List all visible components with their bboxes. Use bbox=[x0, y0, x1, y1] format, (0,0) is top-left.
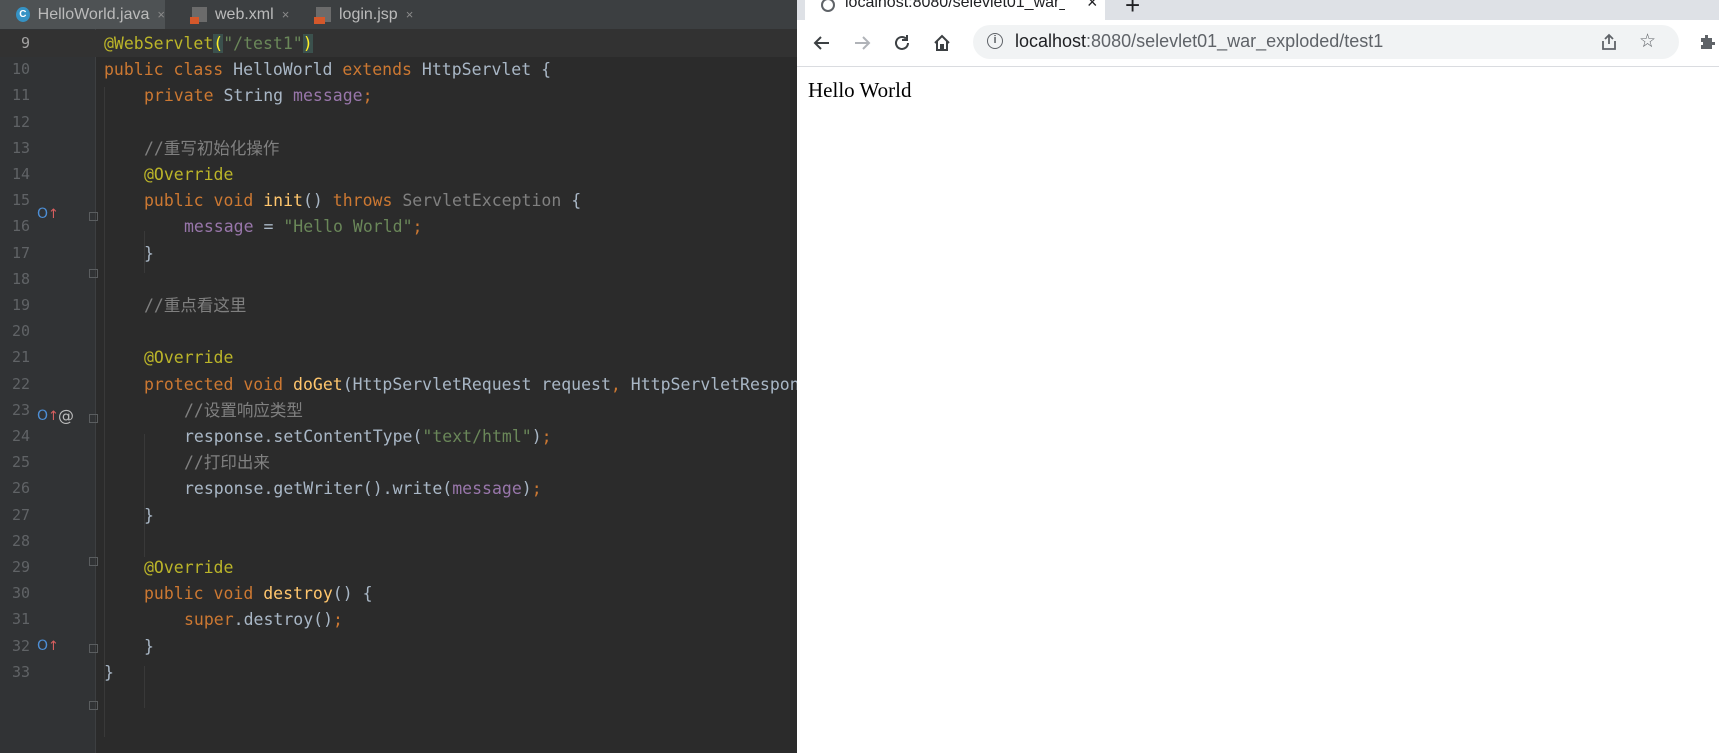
browser-tab-strip: localhost:8080/selevlet01_war_ × + bbox=[797, 0, 1719, 20]
tab-label: HelloWorld.java bbox=[37, 5, 150, 23]
code-line: @Override bbox=[144, 348, 234, 368]
line-number: 30 bbox=[11, 584, 30, 603]
close-tab-icon[interactable]: × bbox=[1087, 0, 1098, 13]
code-line: response.setContentType("text/html"); bbox=[184, 427, 552, 446]
line-number: 18 bbox=[11, 269, 30, 288]
override-method-icon[interactable]: O↑ bbox=[37, 206, 59, 222]
fold-marker-icon[interactable] bbox=[89, 212, 98, 221]
back-arrow-icon bbox=[813, 36, 829, 50]
line-number: 31 bbox=[11, 610, 30, 629]
line-number: 17 bbox=[11, 243, 30, 262]
home-button[interactable] bbox=[927, 28, 957, 58]
web-mapping-icon[interactable]: @ bbox=[58, 406, 74, 425]
line-number: 28 bbox=[11, 531, 30, 550]
line-number: 15 bbox=[11, 191, 30, 210]
line-number: 14 bbox=[11, 165, 30, 183]
back-button[interactable] bbox=[807, 28, 837, 58]
line-number: 11 bbox=[11, 86, 30, 105]
override-method-icon[interactable]: O↑ bbox=[37, 638, 59, 654]
line-number: 10 bbox=[11, 60, 30, 79]
xml-file-icon bbox=[190, 7, 207, 24]
page-content: Hello World bbox=[808, 78, 912, 102]
code-comment: //重点看这里 bbox=[144, 296, 247, 315]
tab-login-jsp[interactable]: login.jsp × bbox=[300, 0, 413, 29]
code-line: public void destroy() { bbox=[144, 584, 373, 604]
fold-marker-icon[interactable] bbox=[89, 557, 98, 566]
line-number: 9 bbox=[20, 34, 30, 52]
editor-tab-bar: C HelloWorld.java × web.xml × login.jsp … bbox=[0, 0, 797, 30]
line-number: 32 bbox=[11, 636, 30, 655]
code-line: message = "Hello World"; bbox=[184, 217, 423, 237]
line-number: 26 bbox=[11, 479, 30, 498]
browser-toolbar: i localhost:8080/selevlet01_war_exploded… bbox=[797, 20, 1719, 67]
code-line: protected void doGet(HttpServletRequest … bbox=[144, 374, 797, 394]
home-icon bbox=[934, 34, 950, 51]
code-line: response.getWriter().write(message); bbox=[184, 479, 542, 499]
code-line: @Override bbox=[144, 558, 234, 577]
line-number: 19 bbox=[11, 296, 30, 314]
line-number: 29 bbox=[11, 558, 30, 576]
share-icon[interactable] bbox=[1599, 32, 1619, 57]
code-editor-pane[interactable]: C HelloWorld.java × web.xml × login.jsp … bbox=[0, 0, 797, 753]
extensions-icon[interactable] bbox=[1697, 32, 1717, 57]
fold-marker-icon[interactable] bbox=[89, 269, 98, 278]
code-line: @Override bbox=[144, 165, 234, 184]
code-line: private String message; bbox=[144, 86, 373, 106]
tab-helloworld-java[interactable]: C HelloWorld.java × bbox=[0, 0, 165, 29]
close-icon[interactable]: × bbox=[282, 7, 290, 22]
code-line: } bbox=[144, 636, 154, 656]
code-line: } bbox=[104, 662, 114, 682]
code-line: } bbox=[144, 505, 154, 525]
site-info-icon[interactable]: i bbox=[987, 33, 1003, 49]
line-number: 27 bbox=[11, 505, 30, 524]
indent-guide bbox=[144, 666, 145, 708]
new-tab-button[interactable]: + bbox=[1125, 0, 1140, 21]
java-class-icon: C bbox=[16, 7, 30, 22]
close-icon[interactable]: × bbox=[157, 7, 165, 22]
close-icon[interactable]: × bbox=[406, 7, 414, 22]
line-number: 24 bbox=[11, 427, 30, 445]
override-method-icon[interactable]: O↑ bbox=[37, 408, 59, 424]
reload-icon bbox=[895, 35, 909, 50]
forward-arrow-icon bbox=[855, 36, 871, 50]
code-comment: //打印出来 bbox=[184, 453, 270, 473]
line-number: 21 bbox=[11, 348, 30, 367]
forward-button[interactable] bbox=[847, 28, 877, 58]
tab-label: login.jsp bbox=[339, 5, 398, 23]
code-line: public void init() throws ServletExcepti… bbox=[144, 191, 582, 211]
line-number: 22 bbox=[11, 374, 30, 393]
code-comment: //设置响应类型 bbox=[184, 400, 303, 420]
fold-marker-icon[interactable] bbox=[89, 414, 98, 423]
tab-web-xml[interactable]: web.xml × bbox=[178, 0, 289, 29]
code-line: @WebServlet("/test1") bbox=[104, 34, 313, 53]
url-host: localhost bbox=[1015, 31, 1087, 51]
fold-marker-icon[interactable] bbox=[89, 644, 98, 653]
browser-tab[interactable]: localhost:8080/selevlet01_war_ × bbox=[805, 0, 1105, 20]
line-number: 16 bbox=[11, 217, 30, 236]
tab-label: web.xml bbox=[215, 5, 274, 23]
fold-marker-icon[interactable] bbox=[89, 701, 98, 710]
line-number: 33 bbox=[11, 662, 30, 681]
line-number: 25 bbox=[11, 453, 30, 472]
line-number: 23 bbox=[11, 400, 30, 419]
globe-icon bbox=[821, 0, 835, 12]
bookmark-star-icon[interactable]: ☆ bbox=[1639, 30, 1656, 52]
jsp-file-icon bbox=[314, 7, 331, 24]
code-line: } bbox=[144, 243, 154, 263]
browser-window: localhost:8080/selevlet01_war_ × + i loc… bbox=[797, 0, 1719, 753]
url-text[interactable]: localhost:8080/selevlet01_war_exploded/t… bbox=[1015, 31, 1383, 52]
code-line: public class HelloWorld extends HttpServ… bbox=[104, 60, 552, 80]
code-line: super.destroy(); bbox=[184, 610, 343, 630]
line-number: 20 bbox=[11, 322, 30, 341]
code-comment: //重写初始化操作 bbox=[144, 138, 280, 158]
browser-tab-title: localhost:8080/selevlet01_war_ bbox=[845, 0, 1065, 11]
url-path: :8080/selevlet01_war_exploded/test1 bbox=[1086, 31, 1384, 51]
reload-button[interactable] bbox=[887, 28, 917, 58]
address-bar[interactable]: i localhost:8080/selevlet01_war_exploded… bbox=[973, 25, 1679, 59]
line-number: 12 bbox=[11, 112, 30, 131]
line-number: 13 bbox=[11, 138, 30, 157]
